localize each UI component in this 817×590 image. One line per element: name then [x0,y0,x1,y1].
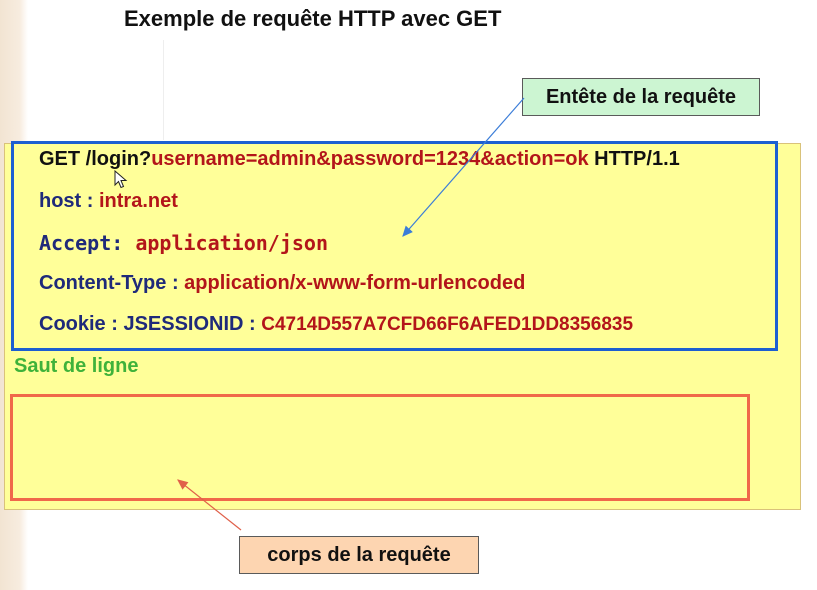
body-arrow [177,479,242,531]
header-arrow [402,97,525,237]
callout-arrows [177,97,525,531]
mouse-cursor-icon [114,170,128,189]
